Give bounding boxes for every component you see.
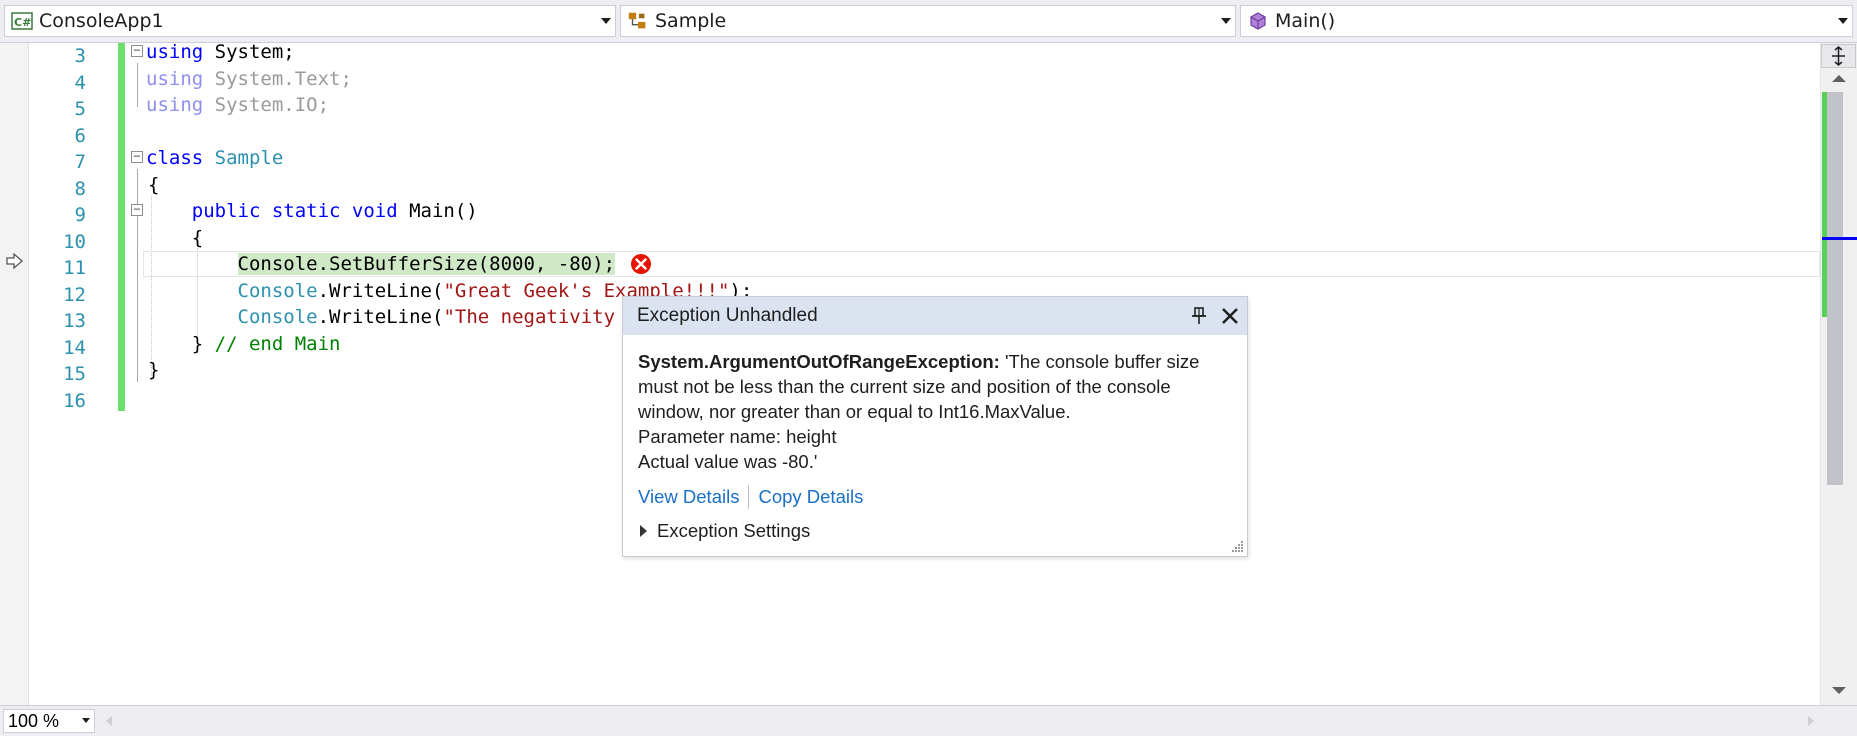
line-number: 6 (74, 124, 86, 147)
svg-text:C#: C# (14, 16, 31, 29)
scroll-right-arrow-icon[interactable] (1806, 715, 1816, 727)
scroll-left-arrow-icon[interactable] (104, 715, 114, 727)
code-type-name: Console (237, 279, 318, 302)
code-keyword: using (146, 94, 204, 116)
line-number: 7 (74, 151, 86, 173)
code-type-name: Sample (214, 147, 284, 169)
exception-message: System.ArgumentOutOfRangeException: 'The… (638, 349, 1232, 424)
code-line-9: public static void Main() (146, 198, 478, 224)
view-details-link[interactable]: View Details (638, 484, 739, 509)
exception-header[interactable]: Exception Unhandled (623, 297, 1247, 335)
link-separator (748, 484, 750, 509)
line-number: 12 (63, 283, 86, 306)
line-number: 4 (74, 71, 86, 94)
change-tracking-bar (118, 43, 125, 411)
copy-details-link[interactable]: Copy Details (758, 484, 863, 509)
exception-type: System.ArgumentOutOfRangeException: (638, 351, 1000, 372)
indicator-margin[interactable] (0, 43, 29, 705)
scroll-down-arrow-icon[interactable] (1830, 685, 1848, 697)
method-icon (1247, 10, 1269, 32)
scrollbar-thumb[interactable] (1827, 92, 1843, 485)
class-icon (627, 10, 649, 32)
exception-settings-label: Exception Settings (657, 520, 811, 541)
csharp-project-icon: C# (11, 10, 33, 32)
zoom-dropdown[interactable]: 100 % (3, 709, 95, 733)
scroll-up-arrow-icon[interactable] (1830, 72, 1848, 84)
split-window-button[interactable] (1821, 44, 1856, 68)
code-text: .WriteLine( (317, 279, 444, 302)
split-icon (1832, 46, 1845, 66)
line-number: 16 (63, 389, 86, 412)
code-text: System.IO; (203, 94, 330, 116)
code-text: .WriteLine( (317, 306, 444, 328)
code-line-14: } // end Main (146, 331, 341, 357)
line-number: 10 (63, 230, 86, 253)
line-number: 14 (63, 336, 86, 359)
chevron-down-icon[interactable] (597, 11, 615, 31)
code-line-7: class Sample (146, 145, 283, 171)
next-statement-arrow-icon (6, 252, 23, 270)
resize-grip-icon[interactable] (1230, 539, 1244, 553)
type-dropdown-label: Sample (655, 10, 727, 32)
exception-parameter: Parameter name: height (638, 426, 837, 447)
exception-links: View Details Copy Details (638, 484, 1232, 509)
exception-helper-popup: Exception Unhandled System.ArgumentOutOf… (622, 296, 1248, 557)
navigation-bar: C# ConsoleApp1 Sample Main() (0, 0, 1857, 43)
code-line-5: using System.IO; (146, 92, 329, 118)
code-comment: // end Main (203, 332, 341, 355)
line-number: 11 (63, 257, 86, 279)
code-line-11: Console.SetBufferSize(8000, -80); (146, 251, 616, 277)
exception-settings-toggle[interactable]: Exception Settings (638, 518, 1232, 543)
code-text: System; (203, 41, 295, 63)
code-keyword: using (146, 67, 204, 90)
exception-actual-value: Actual value was -80.' (638, 451, 818, 472)
close-icon[interactable] (1219, 305, 1241, 327)
line-number: 13 (63, 310, 86, 332)
pin-icon[interactable] (1189, 305, 1209, 327)
code-line-13: Console.WriteLine("The negativity c (146, 304, 638, 330)
project-dropdown[interactable]: C# ConsoleApp1 (4, 5, 616, 37)
code-text: } (191, 332, 204, 355)
code-line-10: { (146, 226, 204, 249)
line-number: 8 (74, 177, 86, 200)
code-keyword: class (146, 147, 204, 169)
code-type-name: Console (237, 306, 318, 328)
project-dropdown-label: ConsoleApp1 (39, 10, 164, 32)
line-number: 15 (63, 363, 86, 385)
code-text: Main() (397, 200, 478, 222)
chevron-down-icon[interactable] (1217, 11, 1235, 31)
line-number: 9 (74, 204, 86, 226)
code-line-4: using System.Text; (146, 66, 352, 92)
exception-body: System.ArgumentOutOfRangeException: 'The… (623, 335, 1247, 543)
line-number: 3 (74, 45, 86, 67)
member-dropdown[interactable]: Main() (1240, 5, 1853, 37)
current-statement-highlight: Console.SetBufferSize(8000, -80); (237, 253, 616, 275)
code-line-8: { (148, 173, 160, 196)
code-keyword: using (146, 41, 204, 63)
chevron-down-icon[interactable] (1834, 11, 1852, 31)
error-icon[interactable] (630, 253, 652, 275)
code-string: "The negativity c (443, 306, 638, 328)
code-line-15: } (148, 359, 160, 381)
code-keyword: public static void (191, 200, 398, 222)
member-dropdown-label: Main() (1275, 10, 1336, 32)
line-number: 5 (74, 98, 86, 120)
zoom-level: 100 % (8, 710, 60, 731)
type-dropdown[interactable]: Sample (620, 5, 1236, 37)
code-line-3: using System; (146, 39, 295, 65)
chevron-down-icon[interactable] (78, 716, 94, 726)
exception-title: Exception Unhandled (637, 305, 818, 326)
scrollbar-caret-marker (1822, 237, 1857, 240)
expand-triangle-icon (640, 524, 647, 537)
editor-bottom-bar: 100 % (0, 705, 1857, 736)
code-text: System.Text; (203, 67, 352, 90)
